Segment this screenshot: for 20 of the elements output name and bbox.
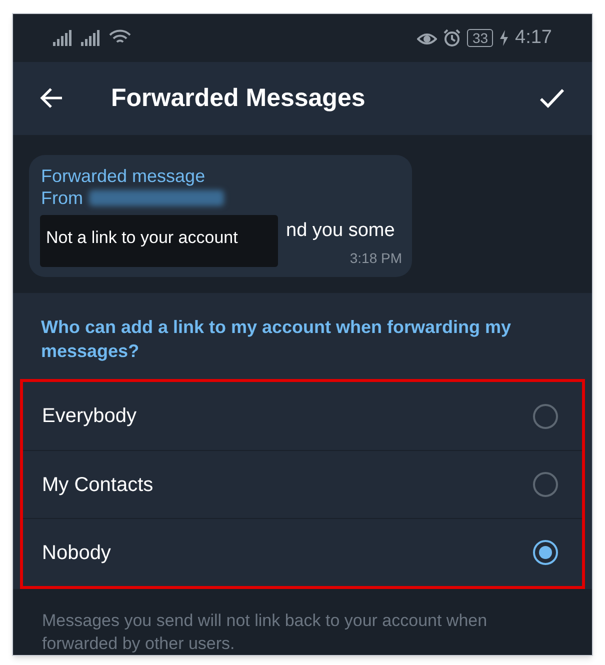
section-heading: Who can add a link to my account when forwarding my messages?: [40, 316, 512, 363]
from-label: From: [41, 187, 83, 210]
forwarded-label: Forwarded message: [41, 165, 206, 188]
signal-icon: [81, 30, 101, 46]
tooltip: Not a link to your account: [40, 215, 278, 267]
message-text: nd you some: [286, 219, 395, 244]
clock-time: 4:17: [515, 26, 552, 50]
radio-button[interactable]: [533, 404, 558, 428]
signal-icon: [53, 30, 73, 46]
message-time: 3:18 PM: [350, 249, 402, 268]
charging-icon: [499, 30, 510, 46]
screen-title: Forwarded Messages: [111, 82, 366, 114]
radio-button[interactable]: [533, 472, 558, 497]
radio-option[interactable]: My Contacts: [23, 450, 582, 518]
battery-level: 33: [467, 28, 494, 47]
alarm-clock-icon: [443, 28, 462, 47]
radio-option[interactable]: Everybody: [23, 382, 582, 450]
footer-note: Messages you send will not link back to your account when forwarded by other users.: [41, 610, 488, 655]
radio-option[interactable]: Nobody: [23, 518, 582, 586]
radio-button[interactable]: [533, 540, 558, 565]
